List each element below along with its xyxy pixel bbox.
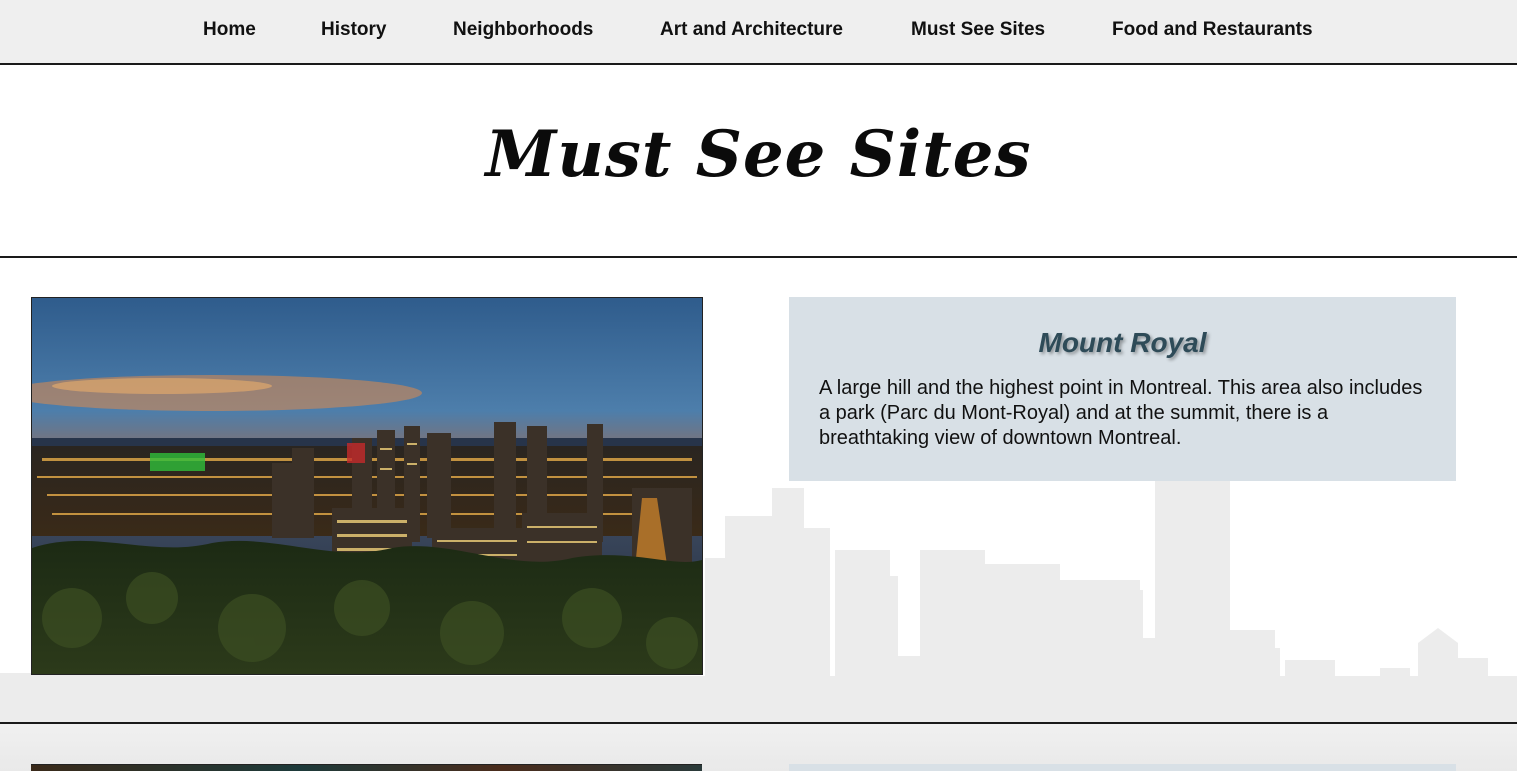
nav-item-food-and-restaurants[interactable]: Food and Restaurants [1112,19,1313,41]
nav-item-history[interactable]: History [321,19,386,41]
top-nav: Home History Neighborhoods Art and Archi… [0,0,1517,65]
site-title: Mount Royal [1038,327,1207,358]
next-site-info-card [789,764,1456,771]
site-section-mount-royal: Mount Royal A large hill and the highest… [0,258,1517,722]
page-title: Must See Sites [485,117,1032,192]
mount-royal-photo [31,297,703,675]
nav-item-neighborhoods[interactable]: Neighborhoods [453,19,593,41]
nav-item-must-see-sites[interactable]: Must See Sites [911,19,1045,41]
nav-item-home[interactable]: Home [203,19,256,41]
city-night-image [32,298,702,674]
site-description: A large hill and the highest point in Mo… [819,377,1423,449]
nav-item-art-and-architecture[interactable]: Art and Architecture [660,19,843,41]
site-info-card: Mount Royal A large hill and the highest… [789,297,1456,481]
next-site-photo [31,764,702,771]
page: Home History Neighborhoods Art and Archi… [0,0,1517,771]
next-site-section [0,724,1517,771]
page-header: Must See Sites [0,65,1517,258]
